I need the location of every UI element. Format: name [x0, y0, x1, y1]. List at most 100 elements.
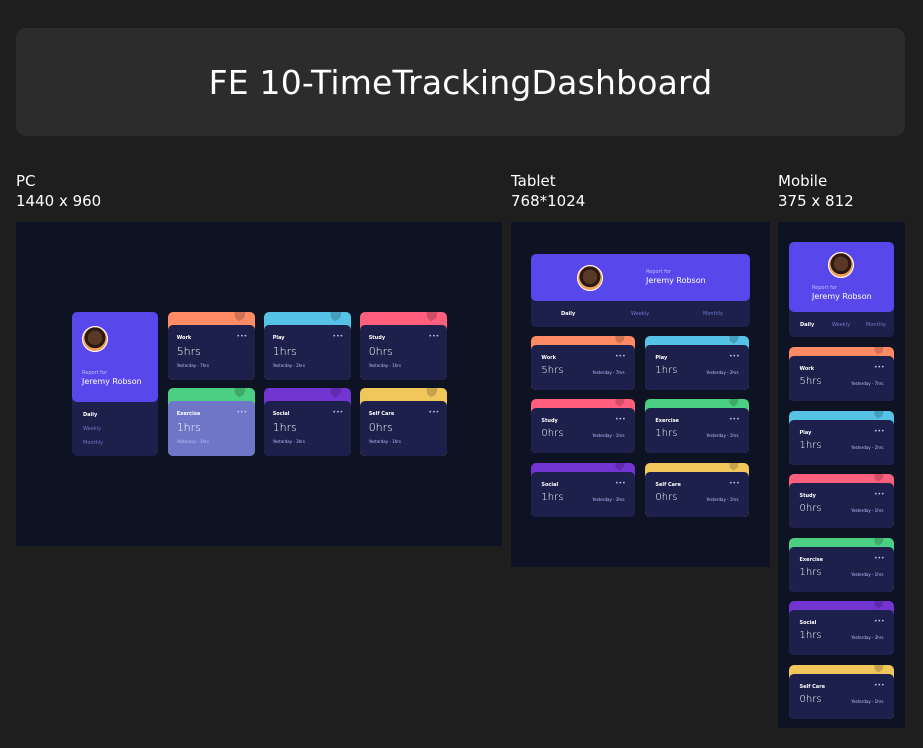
more-options-icon[interactable]: ••• — [615, 480, 626, 487]
activity-card-social[interactable]: Social ••• 1hrs Yesterday - 3hrs — [531, 463, 635, 517]
card-hours: 5hrs — [176, 345, 201, 358]
mobile-dimensions: 375 x 812 — [778, 192, 854, 210]
card-body: Self Care ••• 0hrs Yesterday - 1hrs — [645, 472, 749, 517]
profile-header: Report for Jeremy Robson — [72, 312, 158, 402]
card-body: Social ••• 1hrs Yesterday - 3hrs — [789, 610, 894, 655]
activity-card-play[interactable]: Play ••• 1hrs Yesterday - 2hrs — [264, 312, 351, 380]
card-title: Self Care — [368, 411, 395, 417]
more-options-icon[interactable]: ••• — [874, 682, 885, 689]
card-body: Self Care ••• 0hrs Yesterday - 1hrs — [789, 673, 894, 719]
pc-section-label: PC 1440 x 960 — [16, 171, 101, 211]
more-options-icon[interactable]: ••• — [333, 333, 344, 340]
period-monthly-tab[interactable]: Monthly — [83, 440, 103, 446]
more-options-icon[interactable]: ••• — [874, 555, 885, 562]
profile-card: Report for Jeremy Robson Daily Weekly Monthl… — [72, 312, 158, 456]
card-body: Self Care ••• 0hrs Yesterday - 1hrs — [360, 401, 447, 456]
activity-card-work[interactable]: Work ••• 5hrs Yesterday - 7hrs — [531, 336, 635, 390]
card-previous: Yesterday - 1hrs — [368, 363, 401, 368]
activity-card-exercise[interactable]: Exercise ••• 1hrs Yesterday - 1hrs — [645, 399, 749, 453]
activity-card-exercise[interactable]: Exercise ••• 1hrs Yesterday - 1hrs — [789, 537, 894, 592]
avatar — [82, 326, 108, 352]
more-options-icon[interactable]: ••• — [874, 364, 885, 371]
report-for-label: Report for — [82, 370, 108, 376]
period-monthly-tab[interactable]: Monthly — [703, 311, 723, 317]
profile-name: Jeremy Robson — [646, 276, 706, 285]
card-previous: Yesterday - 1hrs — [851, 508, 884, 513]
activity-card-study[interactable]: Study ••• 0hrs Yesterday - 1hrs — [360, 312, 447, 380]
activity-card-social[interactable]: Social ••• 1hrs Yesterday - 3hrs — [264, 388, 351, 456]
more-options-icon[interactable]: ••• — [237, 409, 248, 416]
more-options-icon[interactable]: ••• — [615, 353, 626, 360]
activity-card-play[interactable]: Play ••• 1hrs Yesterday - 2hrs — [645, 336, 749, 390]
card-body: Work ••• 5hrs Yesterday - 7hrs — [531, 345, 635, 390]
card-title: Study — [368, 335, 386, 341]
period-weekly-tab[interactable]: Weekly — [631, 311, 649, 317]
card-previous: Yesterday - 1hrs — [706, 497, 739, 502]
card-title: Study — [799, 493, 816, 499]
more-options-icon[interactable]: ••• — [429, 333, 440, 340]
card-body: Exercise ••• 1hrs Yesterday - 1hrs — [168, 401, 255, 456]
card-title: Play — [655, 355, 668, 361]
period-daily-tab[interactable]: Daily — [561, 311, 575, 317]
activity-card-study[interactable]: Study ••• 0hrs Yesterday - 1hrs — [789, 474, 894, 528]
card-previous: Yesterday - 1hrs — [851, 571, 884, 577]
card-previous: Yesterday - 3hrs — [851, 635, 884, 640]
card-hours: 0hrs — [541, 428, 564, 439]
activity-card-exercise[interactable]: Exercise ••• 1hrs Yesterday - 1hrs — [168, 388, 255, 456]
activity-card-work[interactable]: Work ••• 5hrs Yesterday - 7hrs — [789, 347, 894, 401]
more-options-icon[interactable]: ••• — [874, 428, 885, 435]
card-hours: 0hrs — [799, 693, 822, 705]
card-body: Study ••• 0hrs Yesterday - 1hrs — [789, 483, 894, 528]
card-title: Play — [799, 429, 812, 436]
period-weekly-tab[interactable]: Weekly — [83, 426, 101, 432]
card-previous: Yesterday - 2hrs — [706, 370, 739, 375]
more-options-icon[interactable]: ••• — [729, 353, 740, 360]
card-hours: 1hrs — [799, 439, 822, 451]
card-body: Play ••• 1hrs Yesterday - 2hrs — [264, 325, 351, 380]
more-options-icon[interactable]: ••• — [429, 409, 440, 416]
activity-card-play[interactable]: Play ••• 1hrs Yesterday - 2hrs — [789, 410, 894, 465]
more-options-icon[interactable]: ••• — [615, 416, 626, 423]
card-hours: 0hrs — [368, 345, 393, 358]
more-options-icon[interactable]: ••• — [729, 480, 740, 487]
more-options-icon[interactable]: ••• — [237, 333, 248, 340]
more-options-icon[interactable]: ••• — [874, 491, 885, 498]
activity-card-work[interactable]: Work ••• 5hrs Yesterday - 7hrs — [168, 312, 255, 380]
card-body: Social ••• 1hrs Yesterday - 3hrs — [264, 401, 351, 456]
mobile-preview: Report for Jeremy Robson Daily Weekly Monthl… — [778, 222, 905, 728]
activity-card-study[interactable]: Study ••• 0hrs Yesterday - 1hrs — [531, 399, 635, 453]
card-body: Study ••• 0hrs Yesterday - 1hrs — [360, 325, 447, 380]
card-hours: 1hrs — [272, 345, 297, 358]
activity-card-social[interactable]: Social ••• 1hrs Yesterday - 3hrs — [789, 601, 894, 655]
period-monthly-tab[interactable]: Monthly — [866, 322, 886, 328]
more-options-icon[interactable]: ••• — [333, 409, 344, 416]
more-options-icon[interactable]: ••• — [729, 416, 740, 423]
card-title: Social — [272, 411, 290, 417]
activity-card-self-care[interactable]: Self Care ••• 0hrs Yesterday - 1hrs — [789, 664, 894, 719]
card-previous: Yesterday - 1hrs — [592, 433, 625, 438]
card-hours: 1hrs — [176, 421, 201, 434]
card-hours: 1hrs — [655, 428, 678, 439]
card-previous: Yesterday - 2hrs — [272, 363, 305, 368]
tablet-preview: Report for Jeremy Robson Daily Weekly Monthl… — [511, 222, 770, 567]
activity-card-self-care[interactable]: Self Care ••• 0hrs Yesterday - 1hrs — [360, 388, 447, 456]
card-title: Study — [541, 418, 558, 424]
card-body: Play ••• 1hrs Yesterday - 2hrs — [645, 345, 749, 390]
report-for-label: Report for — [646, 269, 672, 275]
avatar — [577, 265, 603, 291]
card-title: Work — [541, 355, 556, 361]
period-daily-tab[interactable]: Daily — [83, 412, 97, 418]
card-previous: Yesterday - 3hrs — [592, 497, 625, 502]
card-hours: 5hrs — [541, 365, 564, 376]
activity-card-self-care[interactable]: Self Care ••• 0hrs Yesterday - 1hrs — [645, 463, 749, 517]
card-hours: 1hrs — [541, 492, 564, 503]
card-title: Exercise — [655, 418, 679, 424]
card-previous: Yesterday - 7hrs — [176, 363, 209, 368]
period-weekly-tab[interactable]: Weekly — [832, 322, 850, 328]
period-daily-tab[interactable]: Daily — [800, 322, 814, 328]
pc-dimensions: 1440 x 960 — [16, 192, 102, 210]
card-title: Exercise — [799, 556, 824, 563]
mobile-section-label: Mobile 375 x 812 — [778, 171, 854, 211]
more-options-icon[interactable]: ••• — [874, 618, 885, 625]
card-title: Work — [799, 366, 815, 372]
